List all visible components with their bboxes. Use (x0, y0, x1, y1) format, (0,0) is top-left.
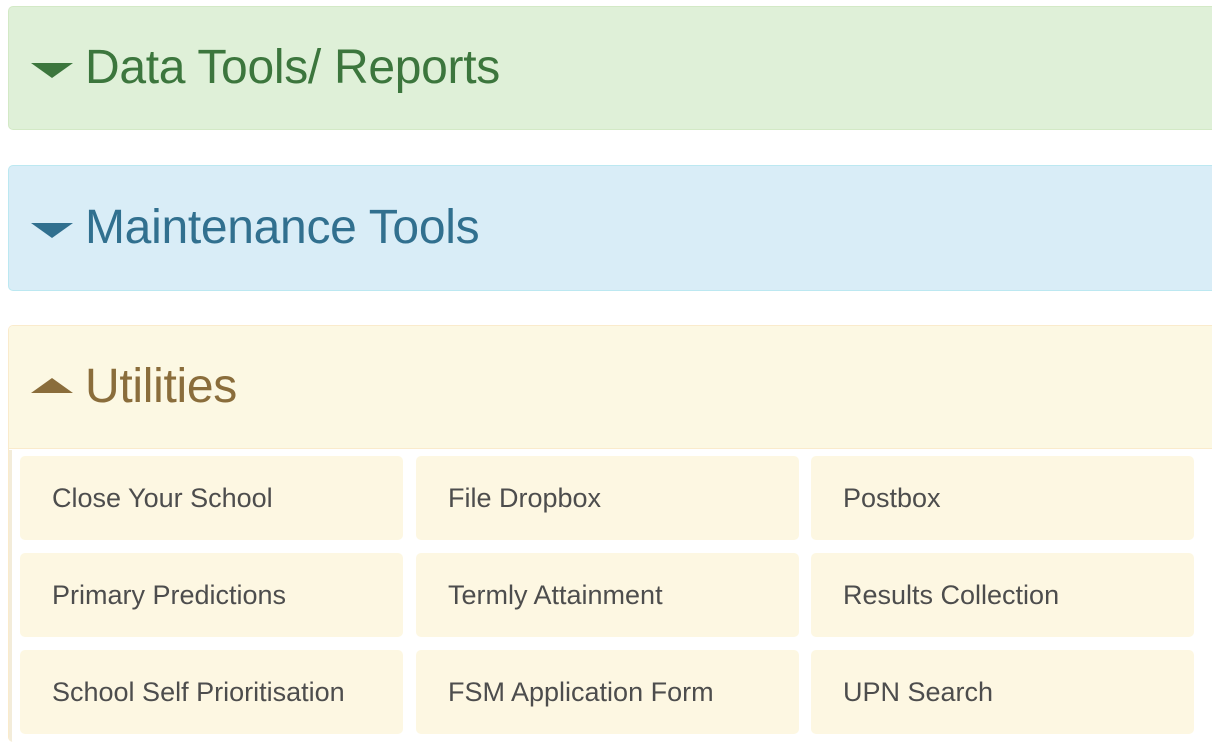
utilities-title: Utilities (85, 360, 237, 413)
utility-close-your-school[interactable]: Close Your School (20, 456, 403, 540)
utilities-panel: Utilities Close Your School File Dropbox… (8, 325, 1212, 742)
data-tools-panel: Data Tools/ Reports (8, 6, 1212, 130)
caret-up-icon (31, 377, 73, 393)
utility-school-self-prioritisation[interactable]: School Self Prioritisation (20, 650, 403, 734)
utilities-header[interactable]: Utilities (9, 326, 1212, 449)
utility-postbox[interactable]: Postbox (811, 456, 1194, 540)
maintenance-tools-panel: Maintenance Tools (8, 165, 1212, 291)
utility-termly-attainment[interactable]: Termly Attainment (416, 553, 799, 637)
maintenance-tools-header[interactable]: Maintenance Tools (9, 166, 1212, 290)
utility-upn-search[interactable]: UPN Search (811, 650, 1194, 734)
maintenance-tools-title: Maintenance Tools (85, 201, 480, 254)
data-tools-header[interactable]: Data Tools/ Reports (9, 7, 1212, 129)
utility-primary-predictions[interactable]: Primary Predictions (20, 553, 403, 637)
caret-down-icon (31, 222, 73, 238)
utility-file-dropbox[interactable]: File Dropbox (416, 456, 799, 540)
utility-results-collection[interactable]: Results Collection (811, 553, 1194, 637)
utility-fsm-application-form[interactable]: FSM Application Form (416, 650, 799, 734)
caret-down-icon (31, 62, 73, 78)
utilities-body: Close Your School File Dropbox Postbox P… (9, 450, 1212, 742)
data-tools-title: Data Tools/ Reports (85, 41, 500, 94)
